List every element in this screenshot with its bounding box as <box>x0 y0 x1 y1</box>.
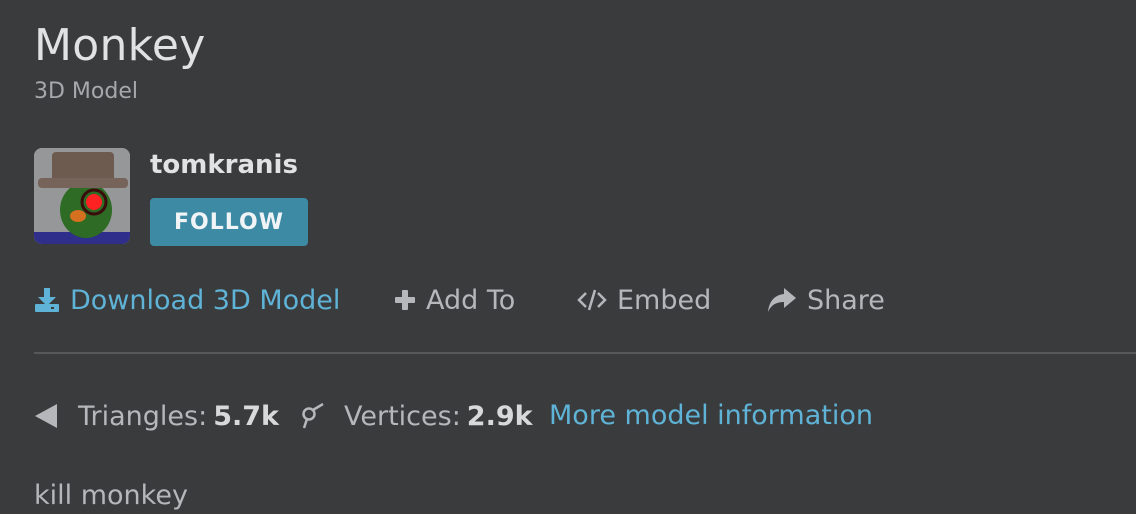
share-label: Share <box>807 284 885 316</box>
share-arrow-icon <box>767 287 797 313</box>
download-button[interactable]: Download 3D Model <box>34 280 340 320</box>
vertices-label: Vertices: <box>344 400 461 432</box>
follow-button[interactable]: FOLLOW <box>150 198 308 246</box>
author-avatar[interactable] <box>34 148 130 244</box>
vertices-stat: Vertices: 2.9k <box>298 396 533 436</box>
download-label: Download 3D Model <box>70 284 341 316</box>
vertices-value: 2.9k <box>466 400 533 432</box>
download-icon <box>34 287 60 313</box>
embed-button[interactable]: Embed <box>577 280 711 320</box>
triangles-label: Triangles: <box>78 400 208 432</box>
share-button[interactable]: Share <box>767 280 885 320</box>
add-to-button[interactable]: Add To <box>394 280 515 320</box>
plus-icon <box>394 289 416 311</box>
model-subtitle: 3D Model <box>34 79 138 104</box>
author-name[interactable]: tomkranis <box>150 148 298 182</box>
triangles-value: 5.7k <box>213 400 279 432</box>
code-icon <box>577 288 607 312</box>
embed-label: Embed <box>617 284 712 316</box>
vertex-icon <box>298 403 324 429</box>
add-to-label: Add To <box>426 284 516 316</box>
triangle-icon <box>34 403 58 429</box>
triangles-stat: Triangles: 5.7k <box>34 396 279 436</box>
section-divider <box>34 352 1136 354</box>
model-title: Monkey <box>34 20 206 71</box>
more-model-info-link[interactable]: More model information <box>549 396 873 436</box>
model-description: kill monkey <box>34 480 188 511</box>
